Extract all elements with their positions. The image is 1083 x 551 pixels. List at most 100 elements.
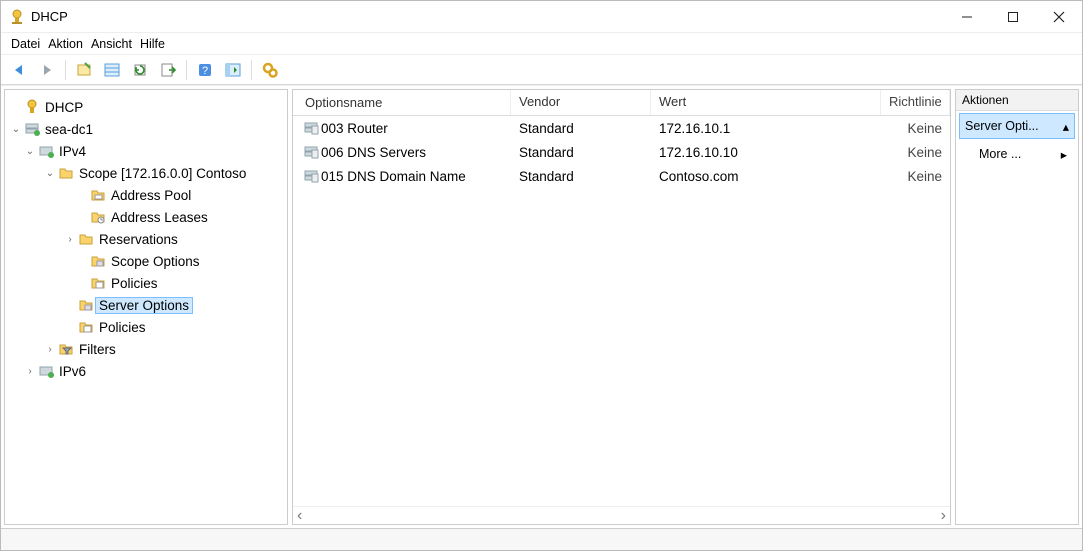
tree-reservations[interactable]: › Reservations [9,228,283,250]
menu-file[interactable]: Datei [9,35,42,53]
tree-label: Reservations [95,232,182,247]
ipv6-icon [37,363,55,379]
scroll-left-icon[interactable]: ‹ [297,507,302,525]
list-row[interactable]: 003 RouterStandard172.16.10.1Keine [293,116,950,140]
expand-collapse-icon[interactable]: ⌄ [43,168,57,179]
expand-collapse-icon[interactable]: ⌄ [23,146,37,157]
expand-collapse-icon[interactable]: › [43,344,57,355]
tree-policies[interactable]: Policies [9,316,283,338]
tree-label: Policies [95,320,150,335]
menu-action[interactable]: Aktion [46,35,85,53]
cell-name: 003 Router [321,121,388,136]
show-hide-pane-button[interactable] [221,58,245,82]
collapse-up-icon: ▴ [1063,119,1069,134]
tree-address-pool[interactable]: Address Pool [9,184,283,206]
tree-ipv6[interactable]: › IPv6 [9,360,283,382]
tree-address-leases[interactable]: Address Leases [9,206,283,228]
tree-label: Filters [75,342,120,357]
tree-label: Address Pool [107,188,195,203]
cell-vendor: Standard [511,145,651,160]
menu-view[interactable]: Ansicht [89,35,134,53]
option-item-icon [301,120,321,136]
policies-icon [77,319,95,335]
svg-text:?: ? [202,65,208,77]
cell-vendor: Standard [511,169,651,184]
configure-options-button[interactable] [258,58,282,82]
list-row[interactable]: 006 DNS ServersStandard172.16.10.10Keine [293,140,950,164]
tree-label: Policies [107,276,162,291]
address-pool-icon [89,187,107,203]
window-title: DHCP [31,9,944,24]
toolbar-separator [65,60,66,80]
window-controls [944,1,1082,33]
column-header-name[interactable]: Optionsname [293,90,511,115]
tree-filters[interactable]: › Filters [9,338,283,360]
cell-policy: Keine [881,145,950,160]
toolbar: ? [1,55,1082,85]
column-header-vendor[interactable]: Vendor [511,90,651,115]
tree-server[interactable]: ⌄ sea-dc1 [9,118,283,140]
tree-label: Address Leases [107,210,212,225]
list-row[interactable]: 015 DNS Domain Name StandardContoso.comKe… [293,164,950,188]
list-body[interactable]: 003 RouterStandard172.16.10.1Keine006 DN… [293,116,950,506]
filters-icon [57,341,75,357]
maximize-button[interactable] [990,1,1036,33]
tree-root-dhcp[interactable]: DHCP [9,96,283,118]
horizontal-scrollbar[interactable]: ‹ › [293,506,950,524]
tree-label: DHCP [41,100,87,115]
cell-policy: Keine [881,121,950,136]
content-area: DHCP ⌄ sea-dc1 ⌄ IPv4 ⌄ Scope [172.16.0.… [1,85,1082,528]
cell-value: 172.16.10.1 [651,121,881,136]
scroll-right-icon[interactable]: › [941,507,946,525]
tree-label: IPv6 [55,364,90,379]
actions-item-label: More ... [979,147,1021,161]
ipv4-icon [37,143,55,159]
list-header: Optionsname Vendor Wert Richtlinie [293,90,950,116]
forward-button[interactable] [35,58,59,82]
tree-scope[interactable]: ⌄ Scope [172.16.0.0] Contoso [9,162,283,184]
cell-name: 015 DNS Domain Name [321,169,466,184]
tree-scope-options[interactable]: Scope Options [9,250,283,272]
toolbar-separator [251,60,252,80]
expand-collapse-icon[interactable]: ⌄ [9,124,23,135]
status-bar [1,528,1082,550]
back-button[interactable] [7,58,31,82]
actions-more[interactable]: More ... ▸ [959,141,1075,167]
tree-server-options[interactable]: Server Options [9,294,283,316]
option-item-icon [301,168,321,184]
cell-value: Contoso.com [651,169,881,184]
actions-server-options[interactable]: Server Opti... ▴ [959,113,1075,139]
column-header-value[interactable]: Wert [651,90,881,115]
chevron-right-icon: ▸ [1061,147,1067,162]
cell-policy: Keine [881,169,950,184]
tree-label: Server Options [95,297,193,314]
actions-item-label: Server Opti... [965,119,1039,133]
list-view-button[interactable] [100,58,124,82]
tree-ipv4[interactable]: ⌄ IPv4 [9,140,283,162]
properties-button[interactable] [72,58,96,82]
server-icon [23,121,41,137]
policies-icon [89,275,107,291]
close-button[interactable] [1036,1,1082,33]
menu-help[interactable]: Hilfe [138,35,167,53]
tree-label: IPv4 [55,144,90,159]
tree-scope-policies[interactable]: Policies [9,272,283,294]
help-button[interactable]: ? [193,58,217,82]
expand-collapse-icon[interactable]: › [63,234,77,245]
reservations-icon [77,231,95,247]
option-item-icon [301,144,321,160]
tree-label: Scope Options [107,254,204,269]
export-list-button[interactable] [156,58,180,82]
title-bar: DHCP [1,1,1082,33]
minimize-button[interactable] [944,1,990,33]
refresh-button[interactable] [128,58,152,82]
folder-icon [57,165,75,181]
expand-collapse-icon[interactable]: › [23,366,37,377]
toolbar-separator [186,60,187,80]
server-options-icon [77,297,95,313]
tree-pane[interactable]: DHCP ⌄ sea-dc1 ⌄ IPv4 ⌄ Scope [172.16.0.… [4,89,288,525]
tree-label: sea-dc1 [41,122,97,137]
tree-label: Scope [172.16.0.0] Contoso [75,166,250,181]
column-header-policy[interactable]: Richtlinie [881,90,950,115]
dhcp-root-icon [23,99,41,115]
